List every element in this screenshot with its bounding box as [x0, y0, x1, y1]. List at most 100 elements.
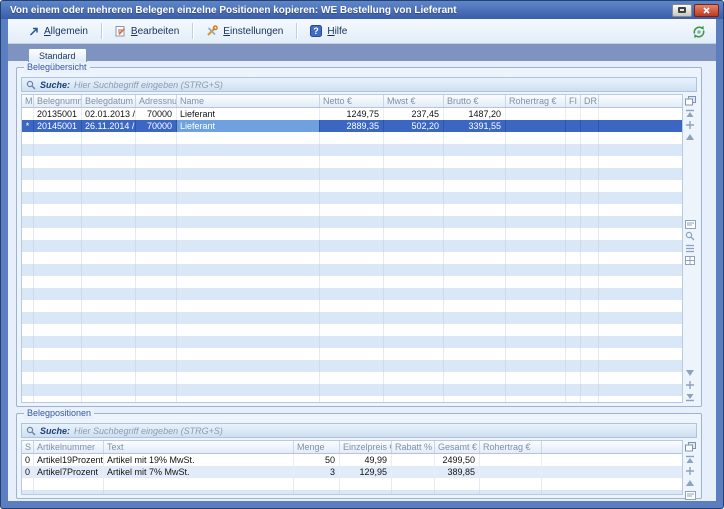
- col-header-adressnummer[interactable]: Adressnumm: [136, 95, 177, 107]
- col-header-mwst[interactable]: Mwst €: [384, 95, 444, 107]
- cell-s[interactable]: 0: [22, 454, 34, 466]
- cell-artikelnummer[interactable]: Artikel7Prozent: [34, 466, 104, 478]
- cell-s[interactable]: 0: [22, 466, 34, 478]
- column-chooser-icon[interactable]: [684, 96, 696, 106]
- col-header-einzelpreis[interactable]: Einzelpreis €: [340, 441, 392, 453]
- beleg-row[interactable]: 20135001 02.01.2013 /Mi 70000 Lieferant …: [22, 108, 682, 120]
- cell-belegdatum[interactable]: 02.01.2013 /Mi: [82, 108, 136, 120]
- restore-button[interactable]: [672, 4, 692, 17]
- cell-gesamt[interactable]: 389,85: [435, 466, 480, 478]
- col-header-dr[interactable]: DR: [581, 95, 599, 107]
- scroll-next-icon[interactable]: [684, 380, 696, 390]
- col-header-rohertrag[interactable]: Rohertrag €: [506, 95, 566, 107]
- cell-gesamt[interactable]: 2499,50: [435, 454, 480, 466]
- col-header-menge[interactable]: Menge: [294, 441, 340, 453]
- cell-belegnummer[interactable]: 20145001: [34, 120, 82, 132]
- cell-mwst[interactable]: 502,20: [384, 120, 444, 132]
- col-header-name[interactable]: Name: [177, 95, 320, 107]
- col-header-s[interactable]: S: [22, 441, 34, 453]
- scroll-top-icon[interactable]: [684, 454, 696, 464]
- scroll-bottom-icon[interactable]: [684, 392, 696, 402]
- belege-search-bar[interactable]: Suche: Hier Suchbegriff eingeben (STRG+S…: [21, 77, 697, 92]
- einstellungen-button[interactable]: Einstellungen: [198, 22, 291, 40]
- col-header-artikelnummer[interactable]: Artikelnummer: [34, 441, 104, 453]
- cell-rabatt[interactable]: [392, 466, 435, 478]
- empty-cell: [480, 478, 542, 494]
- scroll-up-icon[interactable]: [684, 132, 696, 142]
- position-row[interactable]: 0 Artikel19Prozent Artikel mit 19% MwSt.…: [22, 454, 682, 466]
- cell-name[interactable]: Lieferant: [177, 108, 320, 120]
- card-view-icon[interactable]: [684, 490, 696, 500]
- search-icon: [26, 80, 36, 90]
- help-icon: ?: [310, 25, 322, 37]
- grid-search-icon[interactable]: [684, 231, 696, 241]
- cell-m[interactable]: [22, 108, 34, 120]
- empty-cell: [177, 132, 320, 402]
- bearbeiten-button[interactable]: Bearbeiten: [107, 22, 187, 40]
- app-window: Von einem oder mehreren Belegen einzelne…: [0, 0, 724, 509]
- cell-filler: [542, 466, 682, 478]
- cell-menge[interactable]: 3: [294, 466, 340, 478]
- position-row[interactable]: 0 Artikel7Prozent Artikel mit 7% MwSt. 3…: [22, 466, 682, 478]
- scroll-prev-icon[interactable]: [684, 120, 696, 130]
- beleg-row-selected[interactable]: * 20145001 26.11.2014 /Mi 70000 Lieferan…: [22, 120, 682, 132]
- column-chooser-icon[interactable]: [684, 442, 696, 452]
- cell-rabatt[interactable]: [392, 454, 435, 466]
- col-header-belegnummer[interactable]: Belegnumme: [34, 95, 82, 107]
- cell-m[interactable]: *: [22, 120, 34, 132]
- scroll-top-icon[interactable]: [684, 108, 696, 118]
- cell-name-active[interactable]: Lieferant: [177, 120, 320, 132]
- cell-brutto[interactable]: 1487,20: [444, 108, 506, 120]
- scroll-up-icon[interactable]: [684, 478, 696, 488]
- tab-standard[interactable]: Standard: [28, 48, 87, 63]
- col-header-rabatt[interactable]: Rabatt %: [392, 441, 435, 453]
- col-header-m[interactable]: M: [22, 95, 34, 107]
- cell-rohertrag[interactable]: [506, 108, 566, 120]
- cell-adressnummer[interactable]: 70000: [136, 108, 177, 120]
- card-view-icon[interactable]: [684, 219, 696, 229]
- cell-brutto[interactable]: 3391,55: [444, 120, 506, 132]
- cell-rohertrag[interactable]: [506, 120, 566, 132]
- cell-einzelpreis[interactable]: 129,95: [340, 466, 392, 478]
- col-header-belegdatum[interactable]: Belegdatum: [82, 95, 136, 107]
- group-beleguebersicht: Belegübersicht Suche: Hier Suchbegriff e…: [16, 67, 702, 407]
- cell-rohertrag[interactable]: [480, 454, 542, 466]
- col-header-brutto[interactable]: Brutto €: [444, 95, 506, 107]
- titlebar: Von einem oder mehreren Belegen einzelne…: [1, 1, 723, 19]
- cell-artikelnummer[interactable]: Artikel19Prozent: [34, 454, 104, 466]
- cell-fi[interactable]: [566, 108, 581, 120]
- col-header-rohertrag[interactable]: Rohertrag €: [480, 441, 542, 453]
- cell-mwst[interactable]: 237,45: [384, 108, 444, 120]
- cell-dr[interactable]: [581, 120, 599, 132]
- col-header-gesamt[interactable]: Gesamt €: [435, 441, 480, 453]
- list-view-icon[interactable]: [684, 243, 696, 253]
- cell-menge[interactable]: 50: [294, 454, 340, 466]
- allgemein-button[interactable]: Allgemein: [20, 23, 96, 40]
- cell-rohertrag[interactable]: [480, 466, 542, 478]
- col-header-netto[interactable]: Netto €: [320, 95, 384, 107]
- empty-cell: [294, 478, 340, 494]
- hilfe-button[interactable]: ? Hilfe: [302, 22, 355, 40]
- positionen-search-bar[interactable]: Suche: Hier Suchbegriff eingeben (STRG+S…: [21, 423, 697, 438]
- cell-netto[interactable]: 1249,75: [320, 108, 384, 120]
- cell-belegdatum[interactable]: 26.11.2014 /Mi: [82, 120, 136, 132]
- cell-text[interactable]: Artikel mit 19% MwSt.: [104, 454, 294, 466]
- empty-cell: [444, 132, 506, 402]
- cell-netto[interactable]: 2889,35: [320, 120, 384, 132]
- columns-icon[interactable]: [684, 255, 696, 265]
- cell-text[interactable]: Artikel mit 7% MwSt.: [104, 466, 294, 478]
- cell-einzelpreis[interactable]: 49,99: [340, 454, 392, 466]
- scroll-down-icon[interactable]: [684, 368, 696, 378]
- cell-dr[interactable]: [581, 108, 599, 120]
- col-header-fi[interactable]: FI: [566, 95, 581, 107]
- search-label: Suche:: [40, 80, 70, 90]
- col-header-text[interactable]: Text: [104, 441, 294, 453]
- refresh-button[interactable]: [691, 24, 706, 39]
- close-button[interactable]: [694, 4, 719, 17]
- cell-belegnummer[interactable]: 20135001: [34, 108, 82, 120]
- positionen-table-wrap: S Artikelnummer Text Menge Einzelpreis €…: [21, 440, 697, 495]
- cell-fi[interactable]: [566, 120, 581, 132]
- cell-adressnummer[interactable]: 70000: [136, 120, 177, 132]
- toolbar: Allgemein Bearbeiten Einstellungen: [8, 19, 716, 44]
- scroll-prev-icon[interactable]: [684, 466, 696, 476]
